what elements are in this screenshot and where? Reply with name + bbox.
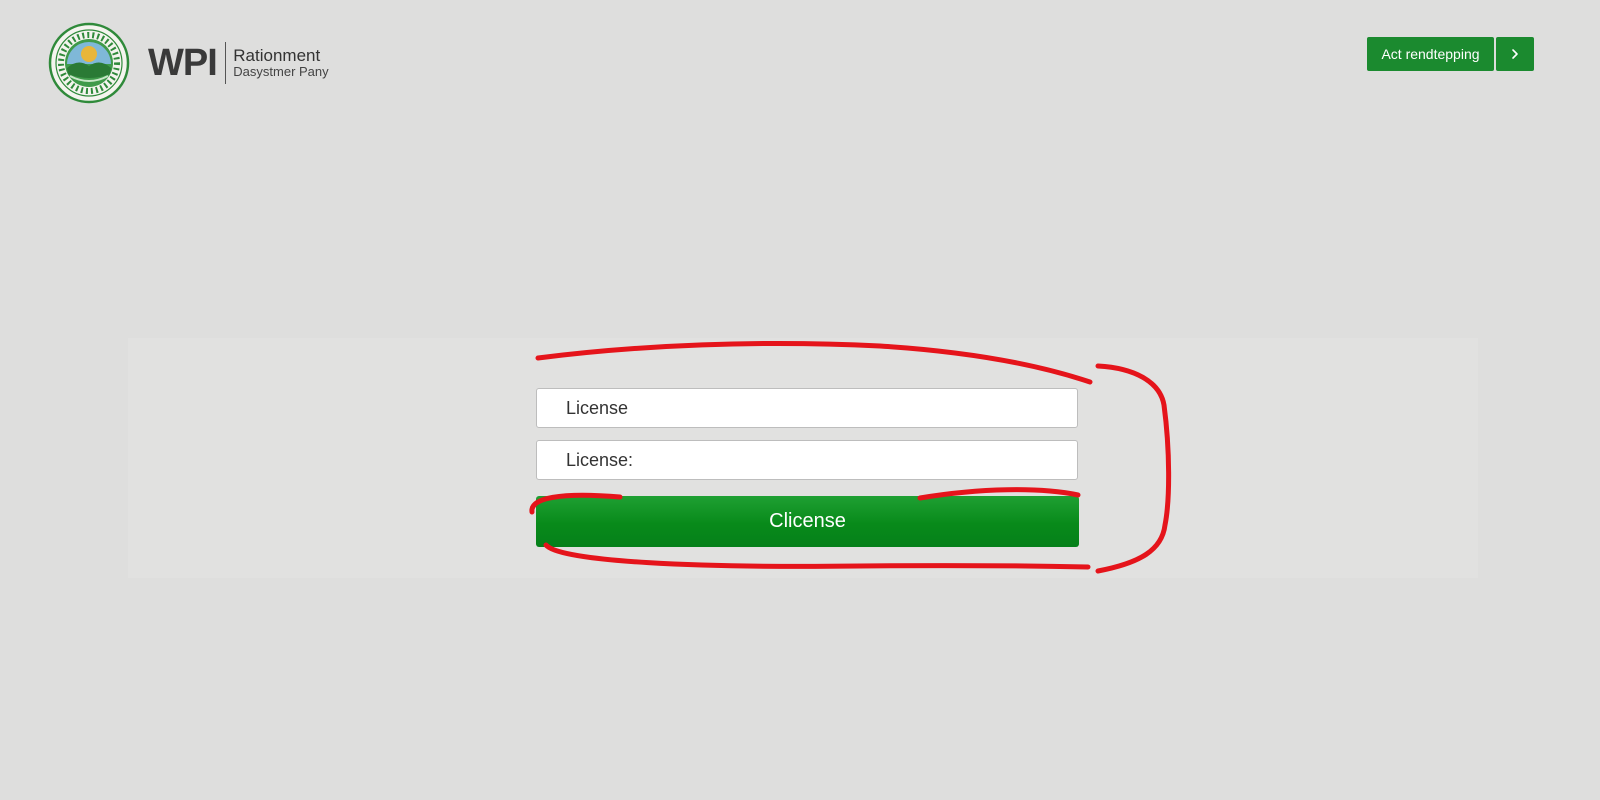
top-action-group: Act rendtepping xyxy=(1367,37,1534,71)
top-action-button[interactable]: Act rendtepping xyxy=(1367,37,1494,71)
license-field-text: License xyxy=(566,397,629,418)
license-confirm-field-text: License: xyxy=(566,449,634,470)
brand-divider xyxy=(224,42,227,84)
license-field[interactable]: License xyxy=(536,388,1078,428)
top-action-arrow-button[interactable] xyxy=(1496,37,1534,71)
chevron-right-icon xyxy=(1512,49,1518,59)
seal-logo-icon xyxy=(48,22,130,104)
brand-lockup: WPI Rationment Dasystmer Pany xyxy=(148,42,329,84)
brand-subtitle: Dasystmer Pany xyxy=(233,64,329,80)
brand-name: Rationment xyxy=(233,45,321,65)
submit-button[interactable]: Clicense xyxy=(536,496,1079,547)
license-confirm-field[interactable]: License: xyxy=(536,440,1078,480)
brand-text: Rationment Dasystmer Pany xyxy=(233,46,328,80)
brand-abbreviation: WPI xyxy=(148,42,218,84)
